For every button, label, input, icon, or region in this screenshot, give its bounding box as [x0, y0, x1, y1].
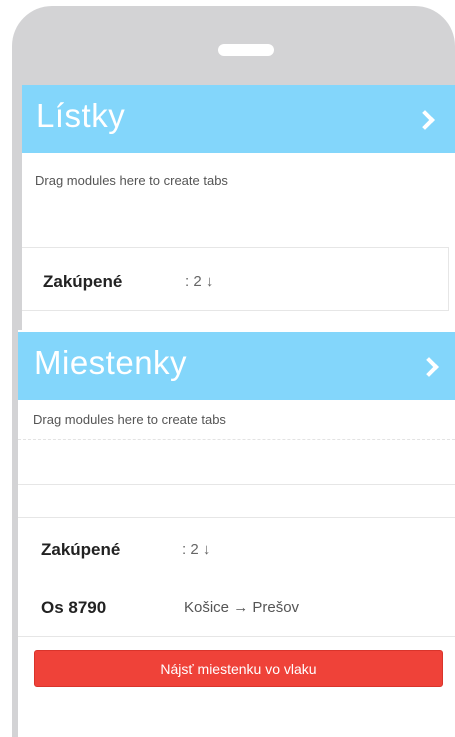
seats-drop-hint: Drag modules here to create tabs	[33, 412, 226, 427]
tickets-drop-hint: Drag modules here to create tabs	[35, 173, 228, 188]
seats-purchased-label: Zakúpené	[41, 540, 121, 559]
seats-panel: Miestenky Drag modules here to create ta…	[18, 330, 455, 737]
dashed-separator	[18, 439, 455, 440]
train-route: Košice → Prešov	[184, 599, 300, 616]
tickets-purchased-label: Zakúpené	[43, 272, 123, 291]
canvas: Lístky Drag modules here to create tabs …	[0, 0, 455, 737]
tickets-header[interactable]: Lístky	[22, 85, 455, 153]
chevron-right-icon[interactable]	[415, 110, 435, 130]
train-row[interactable]: Os 8790 Košice → Prešov	[18, 578, 455, 637]
find-seat-button[interactable]: Nájsť miestenku vo vlaku	[34, 650, 443, 687]
seats-title: Miestenky	[34, 344, 188, 381]
seats-purchased-count[interactable]: : 2 ↓	[182, 541, 210, 558]
seats-header[interactable]: Miestenky	[18, 332, 455, 400]
train-number: Os 8790	[41, 598, 107, 617]
tickets-title: Lístky	[36, 97, 126, 134]
chevron-right-icon[interactable]	[419, 357, 439, 377]
phone-speaker	[218, 44, 274, 56]
tickets-purchased-row[interactable]: Zakúpené : 2 ↓	[22, 247, 449, 311]
seats-purchased-row[interactable]: Zakúpené : 2 ↓	[18, 517, 455, 579]
seats-empty-row	[18, 484, 455, 518]
tickets-panel: Lístky Drag modules here to create tabs …	[22, 85, 455, 337]
tickets-purchased-count[interactable]: : 2 ↓	[185, 273, 213, 290]
